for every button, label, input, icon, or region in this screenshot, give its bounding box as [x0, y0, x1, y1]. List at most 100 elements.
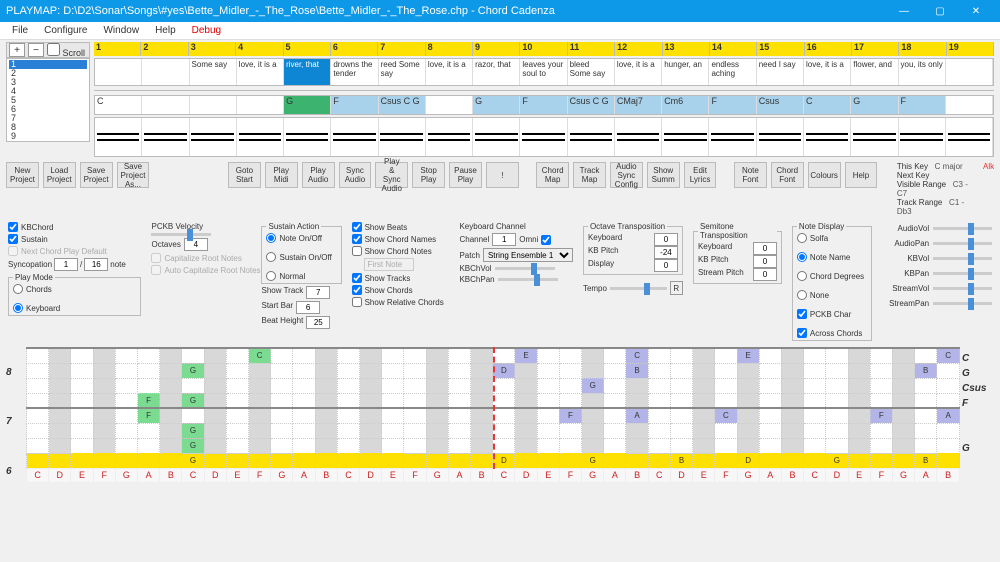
- grid-cell[interactable]: [537, 393, 559, 408]
- grid-cell[interactable]: [426, 453, 448, 468]
- ruler-cell[interactable]: 8: [426, 42, 473, 56]
- grid-cell[interactable]: [404, 423, 426, 438]
- grid-cell[interactable]: [804, 438, 826, 453]
- ot-kbp-input[interactable]: [654, 246, 678, 259]
- grid-cell[interactable]: [559, 393, 581, 408]
- close-button[interactable]: ✕: [958, 0, 994, 22]
- grid-cell[interactable]: [93, 423, 115, 438]
- grid-cell[interactable]: [138, 453, 160, 468]
- track-list-item[interactable]: 4: [9, 87, 87, 96]
- grid-cell[interactable]: [870, 438, 892, 453]
- audiovol-slider[interactable]: [933, 227, 992, 230]
- grid-cell[interactable]: [715, 363, 737, 378]
- grid-cell[interactable]: [115, 423, 137, 438]
- grid-cell[interactable]: [293, 408, 315, 423]
- grid-cell[interactable]: [160, 438, 182, 453]
- ruler-cell[interactable]: 16: [805, 42, 852, 56]
- grid-cell[interactable]: [604, 393, 626, 408]
- grid-cell[interactable]: [870, 453, 892, 468]
- grid-cell[interactable]: [160, 453, 182, 468]
- grid-cell[interactable]: [759, 408, 781, 423]
- grid-cell[interactable]: [693, 363, 715, 378]
- grid-cell[interactable]: F: [870, 408, 892, 423]
- grid-cell[interactable]: [271, 393, 293, 408]
- chord-cell[interactable]: G: [284, 96, 331, 114]
- patch-select[interactable]: String Ensemble 1: [483, 248, 573, 262]
- grid-cell[interactable]: [781, 408, 803, 423]
- grid-cell[interactable]: [27, 378, 49, 393]
- grid-cell[interactable]: [648, 408, 670, 423]
- track-list-item[interactable]: 5: [9, 96, 87, 105]
- grid-cell[interactable]: [182, 378, 204, 393]
- grid-cell[interactable]: [226, 378, 248, 393]
- ruler-cell[interactable]: 3: [189, 42, 236, 56]
- grid-cell[interactable]: [226, 408, 248, 423]
- grid-cell[interactable]: [426, 438, 448, 453]
- grid-cell[interactable]: [226, 453, 248, 468]
- show-chord-names-checkbox[interactable]: Show Chord Names: [352, 234, 450, 244]
- sustain-checkbox[interactable]: Sustain: [8, 234, 141, 244]
- grid-cell[interactable]: [49, 408, 71, 423]
- grid-cell[interactable]: [737, 438, 759, 453]
- menu-window[interactable]: Window: [95, 25, 147, 36]
- grid-cell[interactable]: [559, 423, 581, 438]
- grid-cell[interactable]: [360, 348, 382, 363]
- grid-cell[interactable]: [670, 378, 692, 393]
- grid-cell[interactable]: [626, 453, 648, 468]
- lyric-cell[interactable]: Some say: [190, 59, 237, 85]
- grid-cell[interactable]: [204, 348, 226, 363]
- grid-cell[interactable]: [382, 438, 404, 453]
- kbchord-checkbox[interactable]: KBChord: [8, 222, 141, 232]
- grid-cell[interactable]: [115, 363, 137, 378]
- grid-cell[interactable]: [160, 423, 182, 438]
- auto-cap-checkbox[interactable]: Auto Capitalize Root Notes: [151, 265, 251, 275]
- grid-cell[interactable]: [115, 393, 137, 408]
- grid-cell[interactable]: [804, 408, 826, 423]
- toolbar-button[interactable]: Save Project: [80, 162, 113, 188]
- grid-cell[interactable]: G: [826, 453, 848, 468]
- toolbar-button[interactable]: Goto Start: [228, 162, 261, 188]
- grid-cell[interactable]: [249, 378, 271, 393]
- grid-cell[interactable]: [737, 363, 759, 378]
- ruler-cell[interactable]: 9: [473, 42, 520, 56]
- grid-cell[interactable]: [404, 363, 426, 378]
- toolbar-button[interactable]: New Project: [6, 162, 39, 188]
- grid-cell[interactable]: [315, 408, 337, 423]
- grid-cell[interactable]: [559, 378, 581, 393]
- menu-file[interactable]: File: [4, 25, 36, 36]
- lyric-cell[interactable]: love, it is a: [615, 59, 662, 85]
- grid-cell[interactable]: [781, 348, 803, 363]
- grid-cell[interactable]: [471, 363, 493, 378]
- toolbar-button[interactable]: Save Project As...: [117, 162, 150, 188]
- lyric-cell[interactable]: [946, 59, 993, 85]
- grid-cell[interactable]: [937, 438, 960, 453]
- grid-cell[interactable]: [693, 378, 715, 393]
- sa-normal[interactable]: Normal: [266, 271, 336, 281]
- grid-cell[interactable]: F: [559, 408, 581, 423]
- toolbar-button[interactable]: Stop Play: [412, 162, 445, 188]
- grid-cell[interactable]: [382, 378, 404, 393]
- sa-sustain[interactable]: Sustain On/Off: [266, 252, 336, 262]
- grid-cell[interactable]: F: [138, 408, 160, 423]
- grid-cell[interactable]: [670, 408, 692, 423]
- grid-cell[interactable]: [337, 423, 359, 438]
- playmode-chords[interactable]: Chords: [13, 284, 136, 294]
- grid-cell[interactable]: [71, 393, 93, 408]
- grid-cell[interactable]: [848, 438, 870, 453]
- grid-cell[interactable]: [93, 438, 115, 453]
- streamvol-slider[interactable]: [933, 287, 992, 290]
- grid-cell[interactable]: [915, 378, 937, 393]
- grid-cell[interactable]: [426, 378, 448, 393]
- grid-cell[interactable]: [937, 453, 960, 468]
- grid-cell[interactable]: [737, 423, 759, 438]
- channel-input[interactable]: [492, 233, 516, 246]
- grid-cell[interactable]: [27, 453, 49, 468]
- grid-cell[interactable]: [337, 378, 359, 393]
- grid-cell[interactable]: [293, 363, 315, 378]
- grid-cell[interactable]: [293, 378, 315, 393]
- grid-cell[interactable]: [937, 378, 960, 393]
- grid-cell[interactable]: [293, 453, 315, 468]
- grid-cell[interactable]: [870, 348, 892, 363]
- grid-cell[interactable]: [693, 348, 715, 363]
- grid-cell[interactable]: [93, 378, 115, 393]
